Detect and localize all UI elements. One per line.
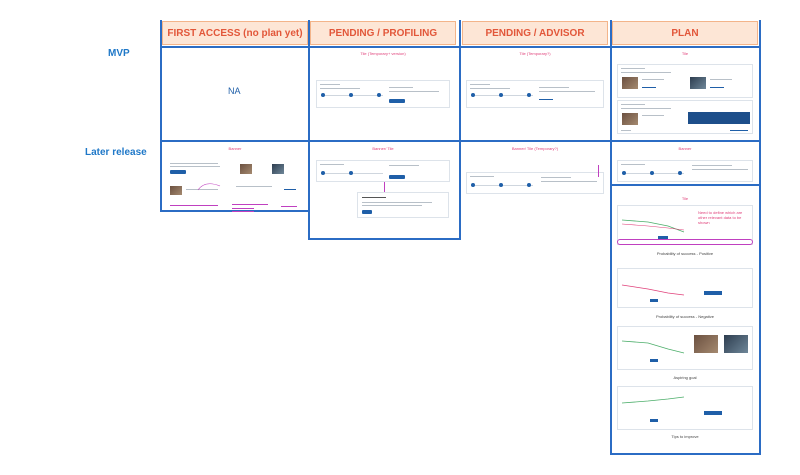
row-label-mvp: MVP xyxy=(108,48,130,59)
later-advisor-title: Banner/ Tile (Temporary?) xyxy=(511,146,559,151)
later-profiling-tile-mockup xyxy=(316,160,450,182)
column-header-plan: PLAN xyxy=(612,21,758,45)
column-header-pending-advisor: PENDING / ADVISOR xyxy=(462,21,608,45)
caption-positive: Probability of success - Positive xyxy=(656,251,714,256)
grid-line xyxy=(610,184,761,186)
later-plan-banner-mockup xyxy=(617,160,753,182)
later-first-access-annotations xyxy=(170,183,297,212)
later-advisor-tile-mockup xyxy=(466,172,604,194)
caption-aspiring-goal: Aspiring goal xyxy=(673,375,697,380)
mvp-first-access-na: NA xyxy=(228,86,241,96)
mvp-profiling-tile-mockup xyxy=(316,80,450,108)
grid-line xyxy=(759,20,761,455)
later-first-access-title: Banner xyxy=(228,146,242,151)
mvp-plan-title: Tile xyxy=(681,51,689,56)
plan-chart-mockup-4 xyxy=(617,386,753,430)
mvp-plan-tile-mockup-2 xyxy=(617,100,753,134)
grid-line xyxy=(610,20,612,455)
plan-tile-label: Tile xyxy=(681,196,689,201)
grid-line xyxy=(160,46,761,48)
later-plan-title: Banner xyxy=(678,146,692,151)
grid-line xyxy=(610,453,761,455)
row-label-later-release: Later release xyxy=(85,147,147,158)
plan-chart-mockup-2 xyxy=(617,268,753,308)
grid-line xyxy=(160,140,761,142)
grid-line xyxy=(308,238,461,240)
plan-chart-mockup-3 xyxy=(617,326,753,370)
column-header-first-access: FIRST ACCESS (no plan yet) xyxy=(162,21,308,45)
later-profiling-connector xyxy=(384,182,385,192)
plan-highlight-bar xyxy=(617,239,753,245)
caption-negative: Probability of success - Negative xyxy=(655,314,715,319)
later-advisor-connector xyxy=(598,165,599,177)
caption-tips: Tips to improve xyxy=(671,434,699,439)
later-profiling-popup-mockup xyxy=(357,192,449,218)
mvp-advisor-title: Tile (Temporary?) xyxy=(519,51,551,56)
mvp-advisor-tile-mockup xyxy=(466,80,604,108)
mvp-profiling-title: Tile (Temporary+ version) xyxy=(360,51,406,56)
grid-line xyxy=(459,20,461,239)
later-profiling-title: Banner/ Tile xyxy=(372,146,394,151)
column-header-pending-profiling: PENDING / PROFILING xyxy=(310,21,456,45)
mvp-plan-tile-mockup-1 xyxy=(617,64,753,98)
